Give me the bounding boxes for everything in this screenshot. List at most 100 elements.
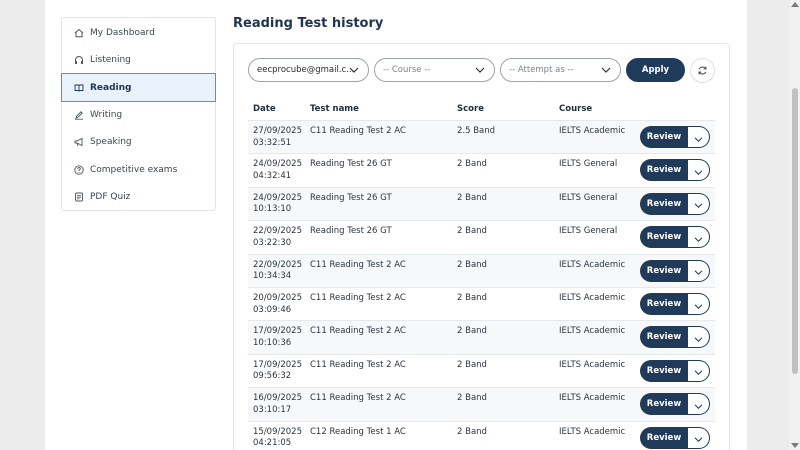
review-split-button: Review [640,326,710,349]
review-dropdown-button[interactable] [688,259,710,282]
table-row: 22/09/2025 10:34:34 C11 Reading Test 2 AC 2… [248,253,715,287]
course-select[interactable]: -- Course -- [374,58,495,82]
sidebar-item-dashboard[interactable]: My Dashboard [62,19,215,46]
header-course: Course [559,104,593,114]
sidebar-item-label: Competitive exams [90,164,178,175]
sidebar-item-speaking[interactable]: Speaking [62,128,215,155]
row-test-name: C12 Reading Test 1 AC [310,426,406,437]
email-select[interactable]: eecprocube@gmail.c... [248,58,369,82]
row-score: 2 Band [457,426,487,437]
sidebar-item-label: Speaking [90,136,132,147]
review-button[interactable]: Review [640,426,688,449]
row-score: 2.5 Band [457,126,496,136]
sidebar-item-listening[interactable]: Listening [62,46,215,73]
review-dropdown-button[interactable] [688,426,710,449]
review-dropdown-button[interactable] [688,159,710,182]
row-test-name: C11 Reading Test 2 AC [310,293,406,303]
row-date-day: 15/09/2025 [253,426,302,437]
book-open-icon [74,83,84,93]
scrollbar[interactable] [790,0,800,450]
sidebar-item-competitive-exams[interactable]: Competitive exams [62,156,215,183]
sidebar-item-pdf-quiz[interactable]: PDF Quiz [62,183,215,210]
document-icon [74,192,84,202]
chevron-down-icon [694,261,703,280]
review-button[interactable]: Review [640,359,688,382]
review-dropdown-button[interactable] [688,359,710,382]
scroll-down-arrow-icon[interactable] [791,443,799,448]
chevron-down-icon [694,428,703,447]
apply-button[interactable]: Apply [626,58,685,82]
attempt-select[interactable]: -- Attempt as -- [500,58,621,82]
chevron-down-icon [694,194,703,213]
row-course: IELTS General [559,226,618,237]
review-split-button: Review [640,192,710,215]
row-course: IELTS Academic [559,293,626,303]
table-row: 27/09/2025 03:32:51 C11 Reading Test 2 AC 2… [248,120,715,154]
review-split-button: Review [640,226,710,249]
row-date: 16/09/2025 03:10:17 [253,393,302,416]
row-score: 2 Band [457,393,487,404]
review-button[interactable]: Review [640,293,688,315]
review-button[interactable]: Review [640,326,688,349]
review-split-button: Review [640,393,710,416]
review-button[interactable]: Review [640,393,688,416]
review-button[interactable]: Review [640,159,688,182]
sidebar-item-label: PDF Quiz [90,191,131,202]
scrollbar-thumb[interactable] [792,88,798,374]
review-button[interactable]: Review [640,259,688,282]
review-split-button: Review [640,126,710,148]
review-button[interactable]: Review [640,126,688,148]
review-dropdown-button[interactable] [688,393,710,416]
row-date: 20/09/2025 03:09:46 [253,293,302,316]
row-course: IELTS Academic [559,126,626,136]
row-score: 2 Band [457,326,487,337]
table-row: 15/09/2025 04:21:05 C12 Reading Test 1 AC 2… [248,420,715,450]
review-dropdown-button[interactable] [688,326,710,349]
headphones-icon [74,55,84,65]
review-dropdown-button[interactable] [688,293,710,315]
email-select-value: eecprocube@gmail.c... [257,65,355,75]
refresh-button[interactable] [690,58,715,83]
review-button[interactable]: Review [640,226,688,249]
megaphone-icon [74,137,84,147]
scroll-up-arrow-icon[interactable] [791,2,799,7]
row-course: IELTS Academic [559,359,626,370]
row-score: 2 Band [457,259,487,270]
row-date-time: 09:56:32 [253,371,292,382]
review-button[interactable]: Review [640,192,688,215]
sidebar-item-label: Writing [90,109,123,120]
review-dropdown-button[interactable] [688,126,710,148]
row-test-name: C11 Reading Test 2 AC [310,126,406,136]
sidebar-item-reading[interactable]: Reading [61,73,216,102]
table-row: 22/09/2025 03:22:30 Reading Test 26 GT 2 Ba… [248,220,715,253]
row-date: 24/09/2025 10:13:10 [253,193,302,216]
row-date-time: 03:10:17 [253,404,292,415]
row-date-day: 24/09/2025 [253,192,302,203]
row-date-day: 17/09/2025 [253,359,302,370]
sidebar-item-label: Listening [90,54,131,65]
review-dropdown-button[interactable] [688,192,710,215]
page-title: Reading Test history [233,16,384,31]
refresh-icon [697,61,708,80]
chevron-down-icon [349,66,359,77]
row-date-time: 03:32:51 [253,137,292,148]
row-date: 24/09/2025 04:32:41 [253,159,302,182]
row-test-name: Reading Test 26 GT [310,192,392,203]
row-date: 22/09/2025 10:34:34 [253,260,302,283]
row-date: 15/09/2025 04:21:05 [253,427,302,450]
row-date: 17/09/2025 09:56:32 [253,360,302,383]
chevron-down-icon [694,128,703,147]
row-date-day: 20/09/2025 [253,293,302,303]
review-split-button: Review [640,159,710,182]
row-course: IELTS General [559,159,618,170]
sidebar-item-label: Reading [90,82,132,93]
question-circle-icon [74,164,84,175]
pen-icon [74,110,84,120]
row-test-name: Reading Test 26 GT [310,159,392,170]
sidebar-item-label: My Dashboard [90,27,155,38]
sidebar-item-writing[interactable]: Writing [62,101,215,128]
chevron-down-icon [601,66,611,77]
table-row: 17/09/2025 09:56:32 C11 Reading Test 2 AC 2… [248,353,715,387]
chevron-down-icon [694,228,703,247]
review-dropdown-button[interactable] [688,226,710,249]
